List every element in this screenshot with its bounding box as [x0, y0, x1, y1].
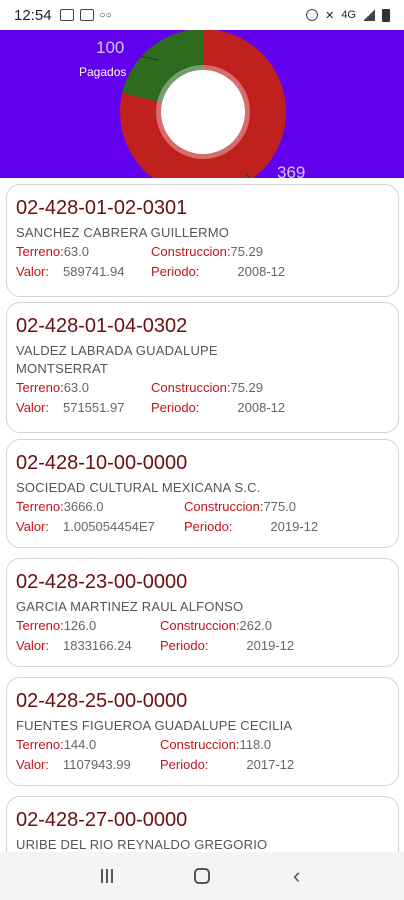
periodo-label: Periodo: [160, 757, 209, 772]
record-card[interactable]: 02-428-25-00-0000 FUENTES FIGUEROA GUADA… [6, 677, 399, 786]
valor-label: Valor: [16, 400, 49, 415]
home-button[interactable] [182, 861, 222, 891]
terreno-value: 144.0 [63, 737, 97, 752]
record-owner: FUENTES FIGUEROA GUADALUPE CECILIA [16, 718, 293, 733]
periodo-label: Periodo: [184, 519, 233, 534]
record-clave: 02-428-23-00-0000 [16, 571, 188, 593]
back-icon: ‹ [292, 863, 301, 888]
voicemail-icon: ○○ [99, 9, 112, 21]
construccion-label: Construccion: [151, 244, 231, 259]
construccion-label: Construccion: [151, 380, 231, 395]
construccion-label: Construccion: [160, 737, 240, 752]
record-owner: URIBE DEL RIO REYNALDO GREGORIO [16, 837, 268, 852]
back-button[interactable]: ‹ [277, 861, 317, 891]
periodo-label: Periodo: [151, 400, 200, 415]
record-owner: GARCIA MARTINEZ RAUL ALFONSO [16, 599, 244, 614]
recents-button[interactable] [87, 861, 127, 891]
valor-label: Valor: [16, 264, 49, 279]
terreno-value: 63.0 [63, 244, 90, 259]
valor-label: Valor: [16, 638, 49, 653]
construccion-label: Construccion: [184, 499, 264, 514]
pending-count: 369 [277, 163, 306, 178]
periodo-value: 2019-12 [270, 519, 319, 534]
record-owner: SOCIEDAD CULTURAL MEXICANA S.C. [16, 480, 261, 495]
periodo-value: 2017-12 [246, 757, 295, 772]
construccion-value: 262.0 [239, 618, 273, 633]
periodo-label: Periodo: [160, 638, 209, 653]
periodo-value: 2008-12 [237, 264, 286, 279]
home-icon [193, 868, 210, 884]
valor-value: 571551.97 [63, 400, 125, 415]
terreno-value: 3666.0 [63, 499, 104, 514]
record-clave: 02-428-01-04-0302 [16, 315, 188, 337]
pagados-count: 100 [96, 38, 125, 57]
terreno-label: Terreno: [16, 244, 64, 259]
terreno-label: Terreno: [16, 618, 64, 633]
donut-hole [161, 70, 245, 154]
construccion-value: 75.29 [230, 380, 264, 395]
construccion-value: 775.0 [263, 499, 297, 514]
record-clave: 02-428-25-00-0000 [16, 690, 188, 712]
record-card[interactable]: 02-428-01-02-0301 SANCHEZ CABRERA GUILLE… [6, 184, 399, 297]
signal-icon [363, 9, 375, 21]
record-card[interactable]: 02-428-10-00-0000 SOCIEDAD CULTURAL MEXI… [6, 439, 399, 548]
payments-donut-chart[interactable] [0, 30, 404, 178]
terreno-label: Terreno: [16, 499, 64, 514]
status-bar: 12:54 ○○ ✕ 4G [0, 0, 404, 30]
navigation-bar: ‹ [0, 852, 404, 900]
terreno-label: Terreno: [16, 737, 64, 752]
record-card[interactable]: 02-428-23-00-0000 GARCIA MARTINEZ RAUL A… [6, 558, 399, 667]
image-icon [79, 9, 94, 21]
record-card[interactable]: 02-428-01-04-0302 VALDEZ LABRADA GUADALU… [6, 302, 399, 433]
record-clave: 02-428-27-00-0000 [16, 809, 188, 831]
valor-value: 1.005054454E7 [63, 519, 155, 534]
valor-label: Valor: [16, 757, 49, 772]
periodo-label: Periodo: [151, 264, 200, 279]
periodo-value: 2008-12 [237, 400, 286, 415]
valor-value: 589741.94 [63, 264, 125, 279]
record-owner: VALDEZ LABRADA GUADALUPE MONTSERRAT [16, 343, 218, 376]
pagados-label: Pagados [79, 65, 127, 79]
battery-icon [382, 8, 390, 22]
status-time: 12:54 [14, 6, 52, 24]
message-icon [59, 9, 74, 21]
valor-value: 1107943.99 [63, 757, 131, 772]
periodo-value: 2019-12 [246, 638, 295, 653]
recents-icon [101, 869, 114, 883]
terreno-value: 63.0 [63, 380, 90, 395]
alarm-icon [306, 9, 319, 21]
record-clave: 02-428-01-02-0301 [16, 197, 188, 219]
record-card[interactable]: 02-428-27-00-0000 URIBE DEL RIO REYNALDO… [6, 796, 399, 852]
terreno-label: Terreno: [16, 380, 64, 395]
valor-label: Valor: [16, 519, 49, 534]
construccion-label: Construccion: [160, 618, 240, 633]
record-clave: 02-428-10-00-0000 [16, 452, 188, 474]
terreno-value: 126.0 [63, 618, 97, 633]
records-list[interactable]: 02-428-01-02-0301 SANCHEZ CABRERA GUILLE… [0, 178, 404, 852]
construccion-value: 118.0 [239, 737, 272, 752]
valor-value: 1833166.24 [63, 638, 132, 653]
record-owner: SANCHEZ CABRERA GUILLERMO [16, 225, 230, 240]
summary-header: 100 Pagados 369 [0, 30, 404, 178]
construccion-value: 75.29 [230, 244, 264, 259]
data-icon: 4G [341, 9, 356, 21]
mute-icon: ✕ [325, 9, 335, 22]
